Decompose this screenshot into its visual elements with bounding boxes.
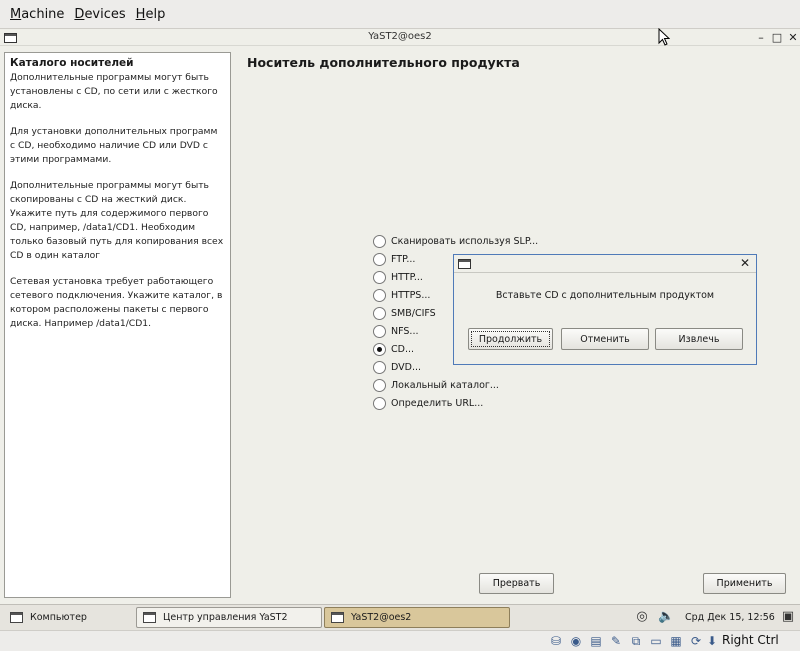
radio-label: Сканировать используя SLP...: [391, 235, 539, 247]
eject-button[interactable]: Извлечь: [655, 328, 743, 350]
usb-icon[interactable]: ✎: [608, 633, 624, 649]
mouse-integration-icon[interactable]: ⟳: [688, 633, 704, 649]
hard-disk-icon[interactable]: ⛁: [548, 633, 564, 649]
accept-button[interactable]: Применить: [703, 573, 786, 594]
dialog-message: Вставьте CD с дополнительным продуктом: [495, 290, 715, 301]
guest-taskbar: Компьютер Центр управления YaST2 YaST2@o…: [0, 604, 800, 630]
radio-label: HTTPS...: [391, 289, 431, 301]
radio-button[interactable]: [373, 288, 386, 302]
network-adapter-icon[interactable]: ⧉: [628, 633, 644, 649]
clock[interactable]: Срд Дек 15, 12:56: [685, 612, 775, 623]
radio-button[interactable]: [373, 324, 386, 338]
insert-cd-dialog: ✕ Вставьте CD с дополнительным продуктом…: [453, 254, 757, 365]
network-globe-icon[interactable]: ◎: [634, 609, 650, 625]
radio-button[interactable]: [373, 306, 386, 320]
radio-option-url[interactable]: Определить URL...: [373, 394, 538, 412]
dialog-close-icon[interactable]: ✕: [740, 256, 750, 270]
minimize-button[interactable]: –: [754, 31, 768, 45]
task-yast-oes2[interactable]: YaST2@oes2: [324, 607, 510, 628]
help-paragraph: Сетевая установка требует работающего се…: [10, 276, 223, 329]
computer-menu-button[interactable]: Компьютер: [4, 607, 124, 628]
show-desktop-icon[interactable]: ▣: [780, 609, 796, 625]
host-statusbar: ⛁ ◉ ▤ ✎ ⧉ ▭ ▦ ⟳ ⬇ Right Ctrl: [0, 630, 800, 651]
computer-label: Компьютер: [30, 612, 87, 623]
radio-button[interactable]: [373, 360, 386, 374]
floppy-icon[interactable]: ▤: [588, 633, 604, 649]
radio-option-slp[interactable]: Сканировать используя SLP...: [373, 232, 538, 250]
help-paragraph: Дополнительные программы могут быть скоп…: [10, 180, 224, 261]
task-label: Центр управления YaST2: [163, 612, 288, 623]
help-paragraph: Для установки дополнительных программ с …: [10, 126, 218, 165]
task-label: YaST2@oes2: [351, 612, 412, 623]
menu-help[interactable]: Help: [131, 7, 171, 22]
help-title: Каталого носителей: [10, 57, 134, 69]
shared-folder-icon[interactable]: ▭: [648, 633, 664, 649]
radio-label: HTTP...: [391, 271, 423, 283]
mouse-cursor-icon: [658, 28, 670, 46]
radio-button[interactable]: [373, 234, 386, 248]
radio-label: FTP...: [391, 253, 416, 265]
window-icon: [331, 612, 344, 623]
radio-option-local-dir[interactable]: Локальный каталог...: [373, 376, 538, 394]
radio-button[interactable]: [373, 378, 386, 392]
maximize-button[interactable]: □: [770, 31, 784, 45]
radio-button[interactable]: [373, 270, 386, 284]
window-title: YaST2@oes2: [368, 31, 432, 42]
radio-button[interactable]: [373, 396, 386, 410]
help-paragraph: Дополнительные программы могут быть уста…: [10, 72, 218, 111]
host-key-indicator-icon: ⬇: [706, 634, 718, 648]
dialog-titlebar: ✕: [454, 255, 756, 273]
help-pane: Каталого носителей Дополнительные програ…: [4, 52, 231, 598]
continue-button[interactable]: Продолжить: [468, 328, 553, 350]
menu-machine[interactable]: Machine: [5, 7, 69, 22]
close-window-button[interactable]: ✕: [786, 31, 800, 45]
menu-devices[interactable]: Devices: [69, 7, 130, 22]
yast-icon: [143, 612, 156, 623]
radio-label: CD...: [391, 343, 415, 355]
page-title: Носитель дополнительного продукта: [247, 55, 520, 70]
cd-drive-icon[interactable]: ◉: [568, 633, 584, 649]
window-titlebar: YaST2@oes2 – □ ✕: [0, 30, 800, 46]
task-yast-control-center[interactable]: Центр управления YaST2: [136, 607, 322, 628]
computer-icon: [10, 612, 23, 623]
radio-label: Локальный каталог...: [391, 379, 499, 391]
dialog-menu-icon[interactable]: [458, 259, 471, 269]
abort-button[interactable]: Прервать: [479, 573, 554, 594]
volume-icon[interactable]: 🔈: [658, 609, 674, 625]
radio-label: Определить URL...: [391, 397, 484, 409]
cancel-button[interactable]: Отменить: [561, 328, 649, 350]
radio-label: DVD...: [391, 361, 422, 373]
display-icon[interactable]: ▦: [668, 633, 684, 649]
radio-label: NFS...: [391, 325, 419, 337]
host-key-label: Right Ctrl: [722, 633, 779, 647]
radio-label: SMB/CIFS: [391, 307, 436, 319]
host-menubar: Machine Devices Help: [0, 0, 800, 29]
radio-button[interactable]: [373, 252, 386, 266]
radio-button[interactable]: [373, 342, 386, 356]
